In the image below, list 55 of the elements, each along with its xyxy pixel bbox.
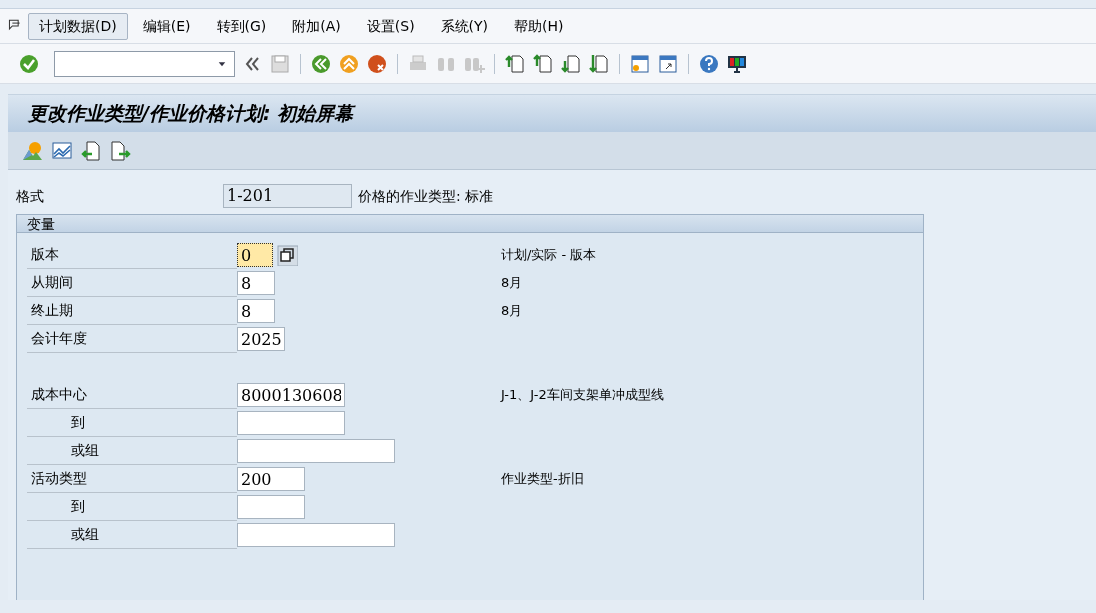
field-label: 活动类型 [27, 465, 237, 493]
field-description: 作业类型-折旧 [501, 470, 584, 489]
field-label: 到 [27, 409, 237, 437]
menu-item[interactable]: 计划数据(D) [28, 12, 128, 40]
field-label: 格式 [16, 186, 45, 206]
command-field[interactable] [54, 50, 235, 77]
menu-item[interactable]: 附加(A) [281, 12, 352, 40]
field-label: 成本中心 [27, 381, 237, 409]
field-description: J-1、J-2车间支架单冲成型线 [501, 386, 664, 405]
input-field[interactable] [237, 495, 305, 519]
field-description: 8月 [501, 302, 523, 321]
field-label: 到 [27, 493, 237, 521]
input-field[interactable] [237, 411, 345, 435]
copy-icon[interactable] [276, 244, 298, 266]
menu-item[interactable]: 系统(Y) [429, 12, 500, 40]
menu-item[interactable]: 转到(G) [205, 12, 278, 40]
field-description: 价格的作业类型: 标准 [358, 186, 494, 206]
checkmark-icon[interactable] [18, 52, 40, 75]
field-label: 从期间 [27, 269, 237, 297]
field-description: 计划/实际 - 版本 [501, 246, 597, 265]
document-import-icon[interactable] [80, 139, 102, 162]
next-page-icon[interactable] [560, 52, 582, 75]
input-field[interactable] [237, 439, 395, 463]
document-export-icon[interactable] [109, 139, 131, 162]
line-chart-icon[interactable] [51, 139, 73, 162]
input-field[interactable]: 8 [237, 299, 275, 323]
new-window-icon[interactable] [629, 52, 651, 75]
menu-item[interactable]: 帮助(H) [503, 12, 575, 40]
save-icon[interactable] [269, 52, 291, 75]
field-description: 8月 [501, 274, 523, 293]
shortcut-window-icon[interactable] [657, 52, 679, 75]
back-icon[interactable] [310, 52, 332, 75]
previous-page-icon[interactable] [532, 52, 554, 75]
screen-title: 更改作业类型/作业价格计划: 初始屏幕 [8, 94, 1096, 132]
input-field[interactable] [237, 523, 395, 547]
input-field[interactable]: 8000130608 [237, 383, 345, 407]
menu-item[interactable]: 编辑(E) [131, 12, 202, 40]
mountain-sun-icon[interactable] [22, 139, 44, 162]
field-label: 或组 [27, 521, 237, 549]
field-label: 终止期 [27, 297, 237, 325]
last-page-icon[interactable] [588, 52, 610, 75]
field-label: 版本 [27, 241, 237, 269]
menu-item[interactable]: 设置(S) [355, 12, 426, 40]
input-field[interactable]: 2025 [237, 327, 285, 351]
first-page-icon[interactable] [504, 52, 526, 75]
cancel-icon[interactable] [366, 52, 388, 75]
layout-field: 1-201 [223, 184, 352, 208]
input-field[interactable]: 0 [237, 243, 273, 267]
group-title: 变量 [17, 215, 923, 233]
field-label: 或组 [27, 437, 237, 465]
input-field[interactable]: 200 [237, 467, 305, 491]
field-label: 会计年度 [27, 325, 237, 353]
input-field[interactable]: 8 [237, 271, 275, 295]
help-icon[interactable] [698, 52, 720, 75]
up-arrows-icon[interactable] [338, 52, 360, 75]
